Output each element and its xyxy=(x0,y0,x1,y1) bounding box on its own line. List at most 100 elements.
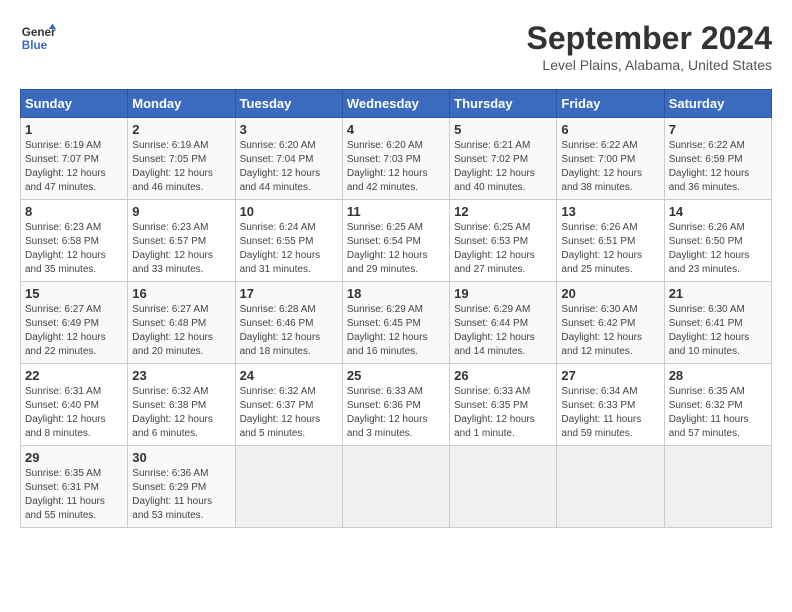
table-row: 9Sunrise: 6:23 AM Sunset: 6:57 PM Daylig… xyxy=(128,200,235,282)
col-friday: Friday xyxy=(557,90,664,118)
table-row: 22 Sunrise: 6:31 AM Sunset: 6:40 PM Dayli… xyxy=(21,364,128,446)
day-number: 27 xyxy=(561,368,659,383)
calendar-week-row: 8Sunrise: 6:23 AM Sunset: 6:58 PM Daylig… xyxy=(21,200,772,282)
day-number: 28 xyxy=(669,368,767,383)
logo-icon: General Blue xyxy=(20,20,56,56)
day-info: Sunrise: 6:20 AM Sunset: 7:03 PM Dayligh… xyxy=(347,139,445,195)
table-row: 29 Sunrise: 6:35 AM Sunset: 6:31 PM Dayli… xyxy=(21,446,128,528)
day-number: 18 xyxy=(347,286,445,301)
day-number: 11 xyxy=(347,204,445,219)
day-info: Sunrise: 6:29 AM Sunset: 6:45 PM Dayligh… xyxy=(347,303,445,359)
table-row xyxy=(664,446,771,528)
day-info: Sunrise: 6:35 AM Sunset: 6:31 PM Dayligh… xyxy=(25,467,123,523)
table-row: 3 Sunrise: 6:20 AM Sunset: 7:04 PM Daylig… xyxy=(235,118,342,200)
table-row: 17 Sunrise: 6:28 AM Sunset: 6:46 PM Dayli… xyxy=(235,282,342,364)
table-row: 16 Sunrise: 6:27 AM Sunset: 6:48 PM Dayli… xyxy=(128,282,235,364)
table-row: 18 Sunrise: 6:29 AM Sunset: 6:45 PM Dayli… xyxy=(342,282,449,364)
day-number: 10 xyxy=(240,204,338,219)
table-row: 15 Sunrise: 6:27 AM Sunset: 6:49 PM Dayli… xyxy=(21,282,128,364)
day-info: Sunrise: 6:32 AM Sunset: 6:38 PM Dayligh… xyxy=(132,385,230,441)
day-info: Sunrise: 6:30 AM Sunset: 6:41 PM Dayligh… xyxy=(669,303,767,359)
calendar-header-row: Sunday Monday Tuesday Wednesday Thursday… xyxy=(21,90,772,118)
day-info: Sunrise: 6:22 AM Sunset: 7:00 PM Dayligh… xyxy=(561,139,659,195)
day-number: 22 xyxy=(25,368,123,383)
day-number: 26 xyxy=(454,368,552,383)
title-section: September 2024 Level Plains, Alabama, Un… xyxy=(527,20,772,73)
day-number: 7 xyxy=(669,122,767,137)
day-number: 13 xyxy=(561,204,659,219)
day-info: Sunrise: 6:25 AM Sunset: 6:53 PM Dayligh… xyxy=(454,221,552,277)
location-title: Level Plains, Alabama, United States xyxy=(527,57,772,73)
table-row: 23 Sunrise: 6:32 AM Sunset: 6:38 PM Dayli… xyxy=(128,364,235,446)
day-info: Sunrise: 6:26 AM Sunset: 6:51 PM Dayligh… xyxy=(561,221,659,277)
day-info: Sunrise: 6:36 AM Sunset: 6:29 PM Dayligh… xyxy=(132,467,230,523)
day-number: 14 xyxy=(669,204,767,219)
day-info: Sunrise: 6:33 AM Sunset: 6:35 PM Dayligh… xyxy=(454,385,552,441)
table-row: 12 Sunrise: 6:25 AM Sunset: 6:53 PM Dayli… xyxy=(450,200,557,282)
day-info: Sunrise: 6:33 AM Sunset: 6:36 PM Dayligh… xyxy=(347,385,445,441)
day-info: Sunrise: 6:20 AM Sunset: 7:04 PM Dayligh… xyxy=(240,139,338,195)
day-number: 25 xyxy=(347,368,445,383)
table-row: 27 Sunrise: 6:34 AM Sunset: 6:33 PM Dayli… xyxy=(557,364,664,446)
table-row: 10Sunrise: 6:24 AM Sunset: 6:55 PM Dayli… xyxy=(235,200,342,282)
day-info: Sunrise: 6:30 AM Sunset: 6:42 PM Dayligh… xyxy=(561,303,659,359)
day-number: 3 xyxy=(240,122,338,137)
month-title: September 2024 xyxy=(527,20,772,57)
day-number: 4 xyxy=(347,122,445,137)
svg-text:Blue: Blue xyxy=(22,39,48,52)
calendar-week-row: 22 Sunrise: 6:31 AM Sunset: 6:40 PM Dayli… xyxy=(21,364,772,446)
col-sunday: Sunday xyxy=(21,90,128,118)
day-number: 23 xyxy=(132,368,230,383)
day-info: Sunrise: 6:21 AM Sunset: 7:02 PM Dayligh… xyxy=(454,139,552,195)
day-info: Sunrise: 6:25 AM Sunset: 6:54 PM Dayligh… xyxy=(347,221,445,277)
col-wednesday: Wednesday xyxy=(342,90,449,118)
day-info: Sunrise: 6:22 AM Sunset: 6:59 PM Dayligh… xyxy=(669,139,767,195)
day-number: 21 xyxy=(669,286,767,301)
day-info: Sunrise: 6:34 AM Sunset: 6:33 PM Dayligh… xyxy=(561,385,659,441)
table-row: 5 Sunrise: 6:21 AM Sunset: 7:02 PM Daylig… xyxy=(450,118,557,200)
col-saturday: Saturday xyxy=(664,90,771,118)
day-info: Sunrise: 6:32 AM Sunset: 6:37 PM Dayligh… xyxy=(240,385,338,441)
table-row xyxy=(557,446,664,528)
table-row: 28 Sunrise: 6:35 AM Sunset: 6:32 PM Dayli… xyxy=(664,364,771,446)
day-number: 17 xyxy=(240,286,338,301)
day-info: Sunrise: 6:23 AM Sunset: 6:57 PM Dayligh… xyxy=(132,221,230,277)
table-row: 20 Sunrise: 6:30 AM Sunset: 6:42 PM Dayli… xyxy=(557,282,664,364)
day-number: 24 xyxy=(240,368,338,383)
calendar-week-row: 29 Sunrise: 6:35 AM Sunset: 6:31 PM Dayli… xyxy=(21,446,772,528)
calendar-week-row: 1Sunrise: 6:19 AM Sunset: 7:07 PM Daylig… xyxy=(21,118,772,200)
table-row: 8Sunrise: 6:23 AM Sunset: 6:58 PM Daylig… xyxy=(21,200,128,282)
col-tuesday: Tuesday xyxy=(235,90,342,118)
day-info: Sunrise: 6:26 AM Sunset: 6:50 PM Dayligh… xyxy=(669,221,767,277)
day-number: 16 xyxy=(132,286,230,301)
table-row: 26 Sunrise: 6:33 AM Sunset: 6:35 PM Dayli… xyxy=(450,364,557,446)
table-row: 24 Sunrise: 6:32 AM Sunset: 6:37 PM Dayli… xyxy=(235,364,342,446)
logo: General Blue xyxy=(20,20,56,56)
table-row: 21 Sunrise: 6:30 AM Sunset: 6:41 PM Dayli… xyxy=(664,282,771,364)
day-number: 12 xyxy=(454,204,552,219)
day-number: 20 xyxy=(561,286,659,301)
day-number: 6 xyxy=(561,122,659,137)
day-number: 8 xyxy=(25,204,123,219)
day-info: Sunrise: 6:35 AM Sunset: 6:32 PM Dayligh… xyxy=(669,385,767,441)
day-info: Sunrise: 6:27 AM Sunset: 6:49 PM Dayligh… xyxy=(25,303,123,359)
table-row: 1Sunrise: 6:19 AM Sunset: 7:07 PM Daylig… xyxy=(21,118,128,200)
day-number: 5 xyxy=(454,122,552,137)
table-row: 25 Sunrise: 6:33 AM Sunset: 6:36 PM Dayli… xyxy=(342,364,449,446)
day-info: Sunrise: 6:19 AM Sunset: 7:07 PM Dayligh… xyxy=(25,139,123,195)
table-row xyxy=(235,446,342,528)
calendar-table: Sunday Monday Tuesday Wednesday Thursday… xyxy=(20,89,772,528)
col-thursday: Thursday xyxy=(450,90,557,118)
day-info: Sunrise: 6:31 AM Sunset: 6:40 PM Dayligh… xyxy=(25,385,123,441)
table-row: 30 Sunrise: 6:36 AM Sunset: 6:29 PM Dayli… xyxy=(128,446,235,528)
day-info: Sunrise: 6:27 AM Sunset: 6:48 PM Dayligh… xyxy=(132,303,230,359)
day-number: 19 xyxy=(454,286,552,301)
table-row: 2Sunrise: 6:19 AM Sunset: 7:05 PM Daylig… xyxy=(128,118,235,200)
table-row xyxy=(450,446,557,528)
day-info: Sunrise: 6:28 AM Sunset: 6:46 PM Dayligh… xyxy=(240,303,338,359)
day-number: 29 xyxy=(25,450,123,465)
calendar-week-row: 15 Sunrise: 6:27 AM Sunset: 6:49 PM Dayli… xyxy=(21,282,772,364)
day-number: 15 xyxy=(25,286,123,301)
day-number: 30 xyxy=(132,450,230,465)
col-monday: Monday xyxy=(128,90,235,118)
